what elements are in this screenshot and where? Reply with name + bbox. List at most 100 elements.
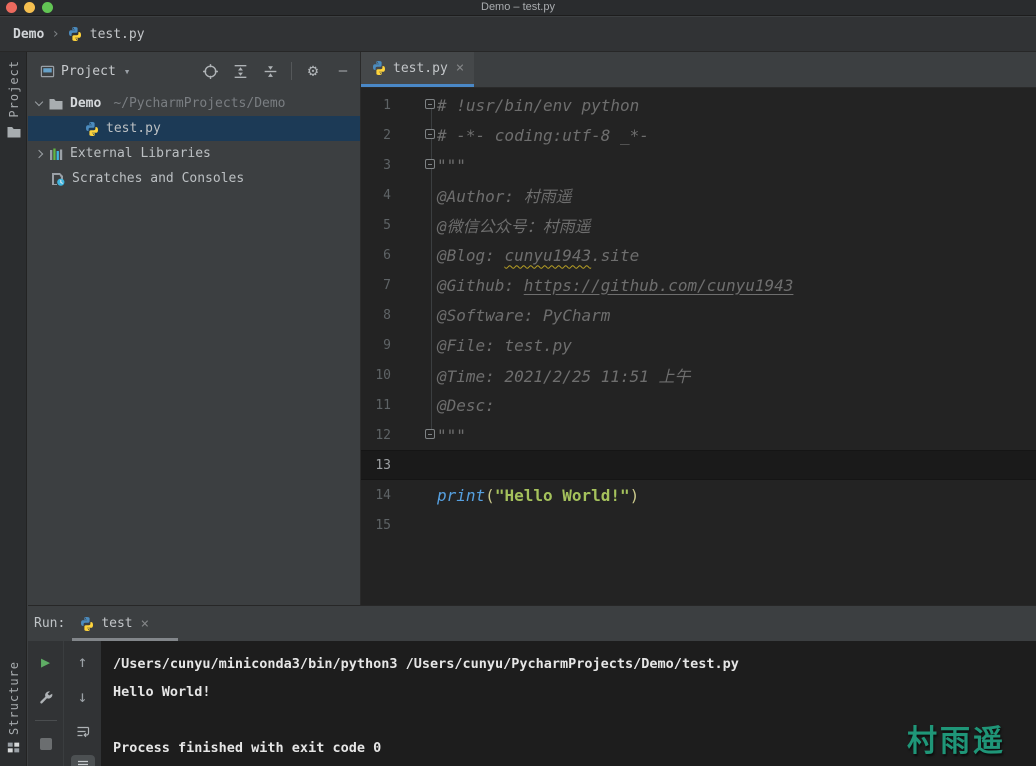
stop-icon[interactable] — [34, 732, 58, 756]
hide-panel-icon[interactable]: — — [334, 62, 352, 80]
console-toolbar: ↑↓ — [63, 641, 101, 766]
code-line-9[interactable]: 9@File: test.py — [361, 330, 1036, 360]
structure-icon — [7, 741, 20, 754]
line-number: 8 — [367, 308, 391, 323]
tree-item-external-libraries[interactable]: External Libraries — [28, 141, 360, 166]
chevron-down-icon[interactable] — [35, 98, 43, 106]
line-number: 13 — [367, 458, 391, 473]
code-line-1[interactable]: 1# !usr/bin/env python — [361, 90, 1036, 120]
breadcrumb-project[interactable]: Demo — [13, 27, 44, 42]
run-console[interactable]: /Users/cunyu/miniconda3/bin/python3 /Use… — [101, 641, 1036, 766]
scroll-to-end-icon[interactable] — [71, 755, 95, 766]
code-line-5[interactable]: 5@微信公众号：村雨遥 — [361, 210, 1036, 240]
editor: test.py × 1# !usr/bin/env python2# -*- c… — [360, 52, 1036, 605]
scratches-icon — [50, 171, 66, 187]
code-fold-icon[interactable] — [425, 99, 435, 109]
close-tab-icon[interactable]: × — [141, 616, 149, 632]
project-tree: Demo ~/PycharmProjects/Demo test.pyExterna… — [28, 91, 360, 191]
close-tab-icon[interactable]: × — [456, 60, 464, 76]
breadcrumb: Demo › test.py — [0, 17, 1036, 52]
tree-item-test-py[interactable]: test.py — [28, 116, 360, 141]
console-line — [113, 706, 1036, 734]
python-file-icon — [371, 60, 387, 76]
code-line-11[interactable]: 11@Desc: — [361, 390, 1036, 420]
watermark: 村雨遥 — [907, 716, 1006, 760]
folder-icon — [6, 124, 22, 140]
editor-tab-testpy[interactable]: test.py × — [361, 52, 474, 87]
chevron-down-icon[interactable]: ▾ — [124, 65, 131, 78]
down-stack-trace-icon[interactable]: ↓ — [71, 685, 95, 709]
line-number: 10 — [367, 368, 391, 383]
code-line-4[interactable]: 4 @Author: 村雨遥 — [361, 180, 1036, 210]
code-line-14[interactable]: 14print("Hello World!") — [361, 480, 1036, 510]
chevron-right-icon[interactable] — [35, 149, 43, 157]
line-number: 9 — [367, 338, 391, 353]
editor-tab-bar: test.py × — [361, 52, 1036, 88]
line-number: 15 — [367, 518, 391, 533]
structure-tool-window-label: Structure — [7, 661, 21, 735]
line-number: 4 — [367, 188, 391, 203]
libraries-icon — [48, 146, 64, 162]
project-window-icon — [40, 64, 55, 79]
project-tool-window-button[interactable]: Project — [0, 60, 27, 140]
code-text: @Github: https://github.com/cunyu1943 — [437, 276, 793, 295]
code-area[interactable]: 1# !usr/bin/env python2# -*- coding:utf-… — [361, 88, 1036, 604]
folder-icon — [48, 96, 64, 112]
rerun-icon[interactable]: ▶ — [34, 650, 58, 674]
settings-wrench-icon[interactable] — [34, 685, 58, 709]
code-fold-icon[interactable] — [425, 129, 435, 139]
left-tool-window-bar: Project Structure — [0, 52, 27, 766]
project-panel-title[interactable]: Project — [61, 64, 116, 79]
code-text: # !usr/bin/env python — [437, 96, 639, 115]
up-stack-trace-icon[interactable]: ↑ — [71, 650, 95, 674]
project-tool-window-label: Project — [7, 60, 21, 118]
code-line-7[interactable]: 7@Github: https://github.com/cunyu1943 — [361, 270, 1036, 300]
tree-item-path: ~/PycharmProjects/Demo — [113, 96, 285, 111]
python-file-icon — [67, 26, 83, 42]
toolbar-divider — [35, 720, 57, 721]
code-line-10[interactable]: 10@Time: 2021/2/25 11:51 上午 — [361, 360, 1036, 390]
structure-tool-window-button[interactable]: Structure — [0, 661, 27, 754]
run-panel-label: Run: — [34, 616, 65, 631]
code-line-13[interactable]: 13 — [361, 450, 1036, 480]
project-panel: Project ▾ ⚙ — Demo ~/PycharmProjects/Demo t… — [28, 52, 360, 605]
code-text: @Blog: cunyu1943.site — [437, 246, 639, 265]
expand-all-icon[interactable] — [231, 62, 249, 80]
code-text: @Software: PyCharm — [437, 306, 610, 325]
tree-item-scratches-and-consoles[interactable]: Scratches and Consoles — [28, 166, 360, 191]
run-panel-body: ▶ ↑↓ /Users/cunyu/miniconda3/bin/python3… — [28, 641, 1036, 766]
run-tab-label: test — [101, 616, 132, 631]
code-text: @Author: 村雨遥 — [437, 183, 572, 207]
settings-gear-icon[interactable]: ⚙ — [304, 62, 322, 80]
code-line-2[interactable]: 2# -*- coding:utf-8 _*- — [361, 120, 1036, 150]
code-fold-icon[interactable] — [425, 429, 435, 439]
code-line-15[interactable]: 15 — [361, 510, 1036, 540]
code-fold-icon[interactable] — [425, 159, 435, 169]
collapse-all-icon[interactable] — [261, 62, 279, 80]
line-number: 11 — [367, 398, 391, 413]
project-panel-header: Project ▾ ⚙ — — [28, 52, 360, 90]
line-number: 6 — [367, 248, 391, 263]
soft-wrap-icon[interactable] — [71, 720, 95, 744]
locate-icon[interactable] — [201, 62, 219, 80]
toolbar-divider — [291, 62, 292, 80]
line-number: 14 — [367, 488, 391, 503]
window-title: Demo – test.py — [0, 1, 1036, 13]
console-line: Process finished with exit code 0 — [113, 734, 1036, 762]
code-line-12[interactable]: 12""" — [361, 420, 1036, 450]
code-text: """ — [437, 156, 466, 175]
tree-item-demo[interactable]: Demo ~/PycharmProjects/Demo — [28, 91, 360, 116]
tree-item-label: Scratches and Consoles — [72, 171, 244, 186]
run-tab-test[interactable]: test × — [79, 616, 149, 632]
line-number: 12 — [367, 428, 391, 443]
python-file-icon — [84, 121, 100, 137]
run-toolbar: ▶ — [28, 641, 63, 766]
code-line-3[interactable]: 3""" — [361, 150, 1036, 180]
code-line-8[interactable]: 8 @Software: PyCharm — [361, 300, 1036, 330]
breadcrumb-file[interactable]: test.py — [90, 27, 145, 42]
code-line-6[interactable]: 6 @Blog: cunyu1943.site — [361, 240, 1036, 270]
pycharm-window: Demo – test.py Demo › test.py Project St… — [0, 0, 1036, 766]
tree-item-label: Demo — [70, 96, 101, 111]
titlebar: Demo – test.py — [0, 0, 1036, 16]
chevron-right-icon: › — [51, 26, 59, 42]
